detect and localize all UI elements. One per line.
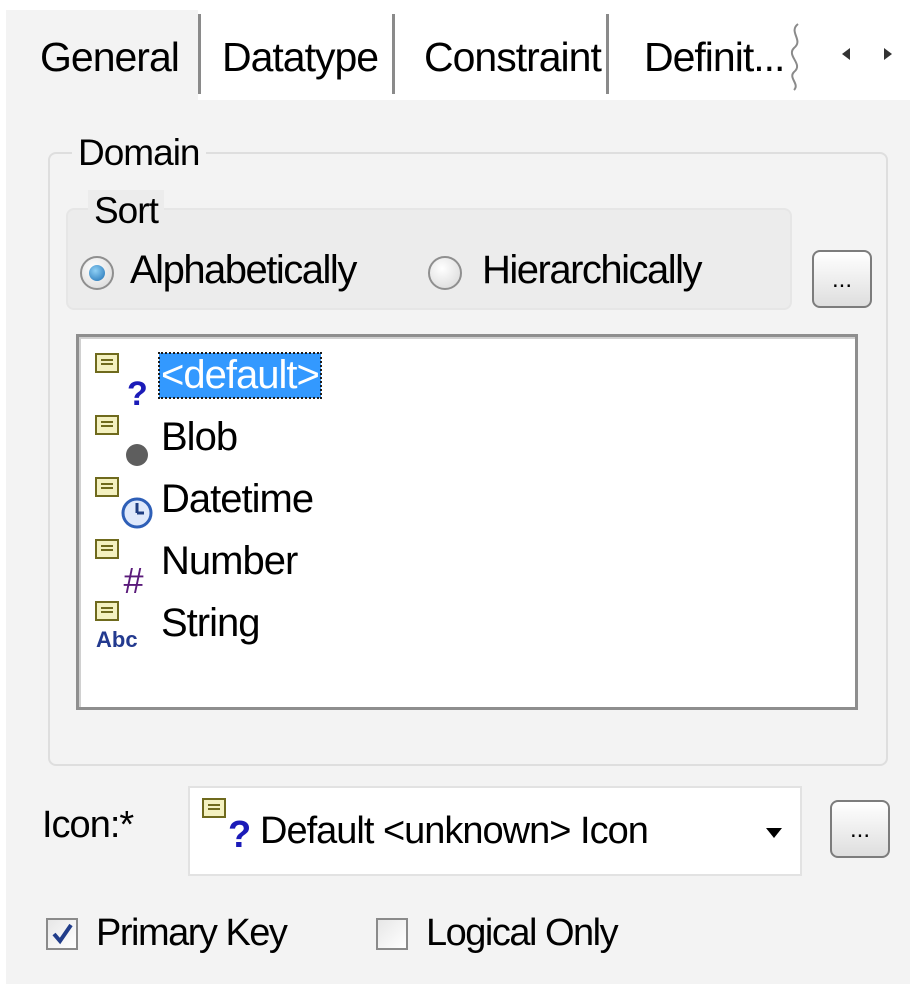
arrow-left-icon	[842, 48, 850, 60]
list-item-label: String	[161, 601, 260, 645]
tab-scroll-left-button[interactable]	[826, 36, 866, 72]
tab-datatype-label: Datatype	[222, 34, 379, 80]
sort-group-label: Sort	[88, 190, 164, 232]
sort-hierarchically-radio[interactable]	[428, 256, 462, 290]
list-item-string[interactable]: Abc String	[79, 595, 839, 657]
tab-general[interactable]: General	[6, 10, 198, 104]
list-item-blob[interactable]: Blob	[79, 409, 839, 471]
primary-key-checkbox[interactable]	[46, 918, 78, 950]
hash-icon: #	[123, 560, 144, 595]
arrow-right-icon	[884, 48, 892, 60]
icon-field-label: Icon:*	[42, 804, 134, 846]
tab-general-label: General	[40, 34, 180, 80]
svg-text:?: ?	[127, 375, 148, 409]
abc-icon: Abc	[96, 627, 138, 652]
domain-browse-button[interactable]: ...	[812, 250, 872, 308]
checkmark-icon	[52, 923, 73, 945]
chevron-down-icon[interactable]	[764, 826, 784, 840]
list-item-label: Datetime	[161, 477, 314, 521]
blob-dot-icon	[126, 444, 148, 466]
tab-separator	[198, 14, 201, 94]
icon-browse-button[interactable]: ...	[830, 800, 890, 858]
table-icon	[95, 415, 119, 435]
list-item-default[interactable]: ? <default>	[79, 347, 839, 409]
tab-constraint[interactable]: Constraint	[424, 14, 602, 100]
tab-separator	[606, 14, 609, 94]
question-icon: ?	[228, 814, 252, 856]
list-item-number[interactable]: # Number	[79, 533, 839, 595]
radio-selected-dot	[89, 265, 105, 281]
table-icon	[95, 539, 119, 559]
tab-scroll-right-button[interactable]	[868, 36, 908, 72]
sort-hierarchically-label[interactable]: Hierarchically	[482, 248, 703, 293]
list-item-label: Blob	[161, 415, 238, 459]
list-item-datetime[interactable]: Datetime	[79, 471, 839, 533]
tab-strip: General Datatype Constraint Definit...	[0, 0, 916, 104]
list-item-label: <default>	[158, 352, 322, 399]
table-icon	[95, 353, 119, 373]
icon-select-value: Default <unknown> Icon	[260, 810, 649, 852]
tab-definition-label: Definit...	[644, 34, 785, 80]
domain-group-label: Domain	[72, 132, 206, 174]
tab-separator	[392, 14, 395, 94]
table-icon	[202, 798, 226, 818]
table-icon	[95, 477, 119, 497]
tab-constraint-label: Constraint	[424, 34, 602, 80]
logical-only-label[interactable]: Logical Only	[426, 912, 619, 955]
domain-list[interactable]: ? <default> Blob Datetime # Number Abc S…	[76, 334, 858, 710]
tab-datatype[interactable]: Datatype	[222, 14, 379, 100]
icon-select[interactable]: ? Default <unknown> Icon	[188, 786, 802, 876]
sort-alphabetically-radio[interactable]	[80, 256, 114, 290]
clock-icon	[121, 497, 153, 529]
tab-definition[interactable]: Definit...	[644, 14, 785, 100]
question-icon: ?	[127, 375, 148, 409]
tab-overflow-squiggle-icon	[791, 23, 799, 91]
sort-alphabetically-label[interactable]: Alphabetically	[130, 248, 357, 293]
logical-only-checkbox[interactable]	[376, 918, 408, 950]
svg-text:#: #	[123, 560, 144, 595]
list-item-label: Number	[161, 539, 298, 583]
svg-text:Abc: Abc	[96, 627, 138, 652]
primary-key-label[interactable]: Primary Key	[96, 912, 288, 955]
